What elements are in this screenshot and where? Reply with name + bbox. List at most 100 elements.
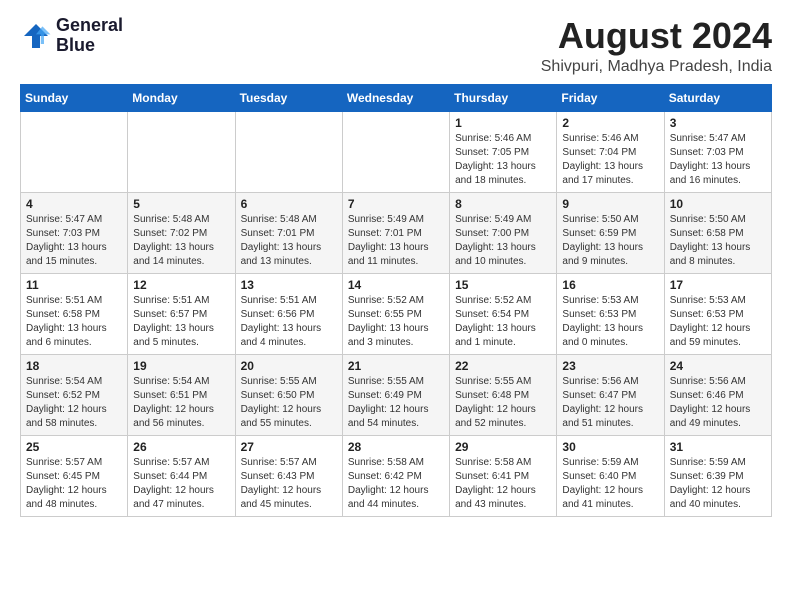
day-info: Sunrise: 5:50 AM Sunset: 6:59 PM Dayligh… bbox=[562, 213, 658, 269]
calendar-cell: 11 Sunrise: 5:51 AM Sunset: 6:58 PM Dayli… bbox=[21, 273, 128, 354]
day-number: 11 bbox=[26, 278, 122, 292]
calendar-cell: 30 Sunrise: 5:59 AM Sunset: 6:40 PM Dayli… bbox=[557, 435, 664, 516]
day-number: 7 bbox=[348, 197, 444, 211]
calendar-cell: 1Sunrise: 5:46 AM Sunset: 7:05 PM Daylig… bbox=[450, 111, 557, 192]
day-number: 8 bbox=[455, 197, 551, 211]
calendar-cell: 5 Sunrise: 5:48 AM Sunset: 7:02 PM Daylig… bbox=[128, 192, 235, 273]
day-number: 25 bbox=[26, 440, 122, 454]
calendar-cell: 18 Sunrise: 5:54 AM Sunset: 6:52 PM Dayli… bbox=[21, 354, 128, 435]
calendar-cell: 21 Sunrise: 5:55 AM Sunset: 6:49 PM Dayli… bbox=[342, 354, 449, 435]
page-header: General Blue August 2024 Shivpuri, Madhy… bbox=[20, 16, 772, 76]
calendar-cell: 9 Sunrise: 5:50 AM Sunset: 6:59 PM Daylig… bbox=[557, 192, 664, 273]
day-info: Sunrise: 5:51 AM Sunset: 6:57 PM Dayligh… bbox=[133, 294, 229, 350]
day-info: Sunrise: 5:55 AM Sunset: 6:49 PM Dayligh… bbox=[348, 375, 444, 431]
calendar-cell: 20Sunrise: 5:55 AM Sunset: 6:50 PM Dayli… bbox=[235, 354, 342, 435]
day-number: 23 bbox=[562, 359, 658, 373]
calendar-cell bbox=[235, 111, 342, 192]
calendar-cell: 22 Sunrise: 5:55 AM Sunset: 6:48 PM Dayli… bbox=[450, 354, 557, 435]
day-info: Sunrise: 5:52 AM Sunset: 6:55 PM Dayligh… bbox=[348, 294, 444, 350]
day-number: 28 bbox=[348, 440, 444, 454]
day-info: Sunrise: 5:57 AM Sunset: 6:44 PM Dayligh… bbox=[133, 456, 229, 512]
day-number: 21 bbox=[348, 359, 444, 373]
day-number: 31 bbox=[670, 440, 766, 454]
day-number: 27 bbox=[241, 440, 337, 454]
day-info: Sunrise: 5:56 AM Sunset: 6:47 PM Dayligh… bbox=[562, 375, 658, 431]
calendar-cell: 15 Sunrise: 5:52 AM Sunset: 6:54 PM Dayli… bbox=[450, 273, 557, 354]
day-info: Sunrise: 5:59 AM Sunset: 6:40 PM Dayligh… bbox=[562, 456, 658, 512]
header-tuesday: Tuesday bbox=[235, 84, 342, 111]
calendar-cell: 2Sunrise: 5:46 AM Sunset: 7:04 PM Daylig… bbox=[557, 111, 664, 192]
header-monday: Monday bbox=[128, 84, 235, 111]
day-info: Sunrise: 5:48 AM Sunset: 7:01 PM Dayligh… bbox=[241, 213, 337, 269]
day-info: Sunrise: 5:56 AM Sunset: 6:46 PM Dayligh… bbox=[670, 375, 766, 431]
day-info: Sunrise: 5:52 AM Sunset: 6:54 PM Dayligh… bbox=[455, 294, 551, 350]
day-info: Sunrise: 5:49 AM Sunset: 7:00 PM Dayligh… bbox=[455, 213, 551, 269]
calendar-cell: 4 Sunrise: 5:47 AM Sunset: 7:03 PM Daylig… bbox=[21, 192, 128, 273]
day-info: Sunrise: 5:51 AM Sunset: 6:58 PM Dayligh… bbox=[26, 294, 122, 350]
day-info: Sunrise: 5:54 AM Sunset: 6:51 PM Dayligh… bbox=[133, 375, 229, 431]
day-number: 20 bbox=[241, 359, 337, 373]
day-number: 6 bbox=[241, 197, 337, 211]
calendar-cell: 3 Sunrise: 5:47 AM Sunset: 7:03 PM Daylig… bbox=[664, 111, 771, 192]
calendar-week-row: 18 Sunrise: 5:54 AM Sunset: 6:52 PM Dayli… bbox=[21, 354, 772, 435]
day-info: Sunrise: 5:53 AM Sunset: 6:53 PM Dayligh… bbox=[562, 294, 658, 350]
calendar-cell: 6 Sunrise: 5:48 AM Sunset: 7:01 PM Daylig… bbox=[235, 192, 342, 273]
header-friday: Friday bbox=[557, 84, 664, 111]
day-info: Sunrise: 5:47 AM Sunset: 7:03 PM Dayligh… bbox=[26, 213, 122, 269]
calendar-cell: 16 Sunrise: 5:53 AM Sunset: 6:53 PM Dayli… bbox=[557, 273, 664, 354]
day-number: 9 bbox=[562, 197, 658, 211]
day-number: 16 bbox=[562, 278, 658, 292]
calendar-cell: 17Sunrise: 5:53 AM Sunset: 6:53 PM Dayli… bbox=[664, 273, 771, 354]
day-info: Sunrise: 5:54 AM Sunset: 6:52 PM Dayligh… bbox=[26, 375, 122, 431]
calendar-cell: 8 Sunrise: 5:49 AM Sunset: 7:00 PM Daylig… bbox=[450, 192, 557, 273]
day-number: 30 bbox=[562, 440, 658, 454]
day-info: Sunrise: 5:58 AM Sunset: 6:42 PM Dayligh… bbox=[348, 456, 444, 512]
day-number: 2 bbox=[562, 116, 658, 130]
calendar-cell: 25 Sunrise: 5:57 AM Sunset: 6:45 PM Dayli… bbox=[21, 435, 128, 516]
day-number: 22 bbox=[455, 359, 551, 373]
day-number: 3 bbox=[670, 116, 766, 130]
header-saturday: Saturday bbox=[664, 84, 771, 111]
day-number: 15 bbox=[455, 278, 551, 292]
calendar-cell: 14Sunrise: 5:52 AM Sunset: 6:55 PM Dayli… bbox=[342, 273, 449, 354]
day-info: Sunrise: 5:47 AM Sunset: 7:03 PM Dayligh… bbox=[670, 132, 766, 188]
day-number: 12 bbox=[133, 278, 229, 292]
calendar-cell: 19Sunrise: 5:54 AM Sunset: 6:51 PM Dayli… bbox=[128, 354, 235, 435]
month-year: August 2024 bbox=[541, 16, 772, 56]
calendar-cell: 29 Sunrise: 5:58 AM Sunset: 6:41 PM Dayli… bbox=[450, 435, 557, 516]
day-number: 4 bbox=[26, 197, 122, 211]
day-info: Sunrise: 5:49 AM Sunset: 7:01 PM Dayligh… bbox=[348, 213, 444, 269]
calendar-week-row: 1Sunrise: 5:46 AM Sunset: 7:05 PM Daylig… bbox=[21, 111, 772, 192]
day-number: 29 bbox=[455, 440, 551, 454]
header-sunday: Sunday bbox=[21, 84, 128, 111]
day-info: Sunrise: 5:57 AM Sunset: 6:45 PM Dayligh… bbox=[26, 456, 122, 512]
day-number: 18 bbox=[26, 359, 122, 373]
day-number: 5 bbox=[133, 197, 229, 211]
location: Shivpuri, Madhya Pradesh, India bbox=[541, 58, 772, 76]
calendar-cell: 23 Sunrise: 5:56 AM Sunset: 6:47 PM Dayli… bbox=[557, 354, 664, 435]
logo-text: General Blue bbox=[56, 16, 123, 56]
calendar-cell: 10Sunrise: 5:50 AM Sunset: 6:58 PM Dayli… bbox=[664, 192, 771, 273]
calendar-cell: 28 Sunrise: 5:58 AM Sunset: 6:42 PM Dayli… bbox=[342, 435, 449, 516]
day-info: Sunrise: 5:59 AM Sunset: 6:39 PM Dayligh… bbox=[670, 456, 766, 512]
day-info: Sunrise: 5:57 AM Sunset: 6:43 PM Dayligh… bbox=[241, 456, 337, 512]
day-info: Sunrise: 5:53 AM Sunset: 6:53 PM Dayligh… bbox=[670, 294, 766, 350]
day-info: Sunrise: 5:51 AM Sunset: 6:56 PM Dayligh… bbox=[241, 294, 337, 350]
calendar-cell: 31 Sunrise: 5:59 AM Sunset: 6:39 PM Dayli… bbox=[664, 435, 771, 516]
calendar-cell: 7 Sunrise: 5:49 AM Sunset: 7:01 PM Daylig… bbox=[342, 192, 449, 273]
day-info: Sunrise: 5:55 AM Sunset: 6:48 PM Dayligh… bbox=[455, 375, 551, 431]
day-number: 10 bbox=[670, 197, 766, 211]
calendar-cell: 24Sunrise: 5:56 AM Sunset: 6:46 PM Dayli… bbox=[664, 354, 771, 435]
calendar-week-row: 11 Sunrise: 5:51 AM Sunset: 6:58 PM Dayli… bbox=[21, 273, 772, 354]
day-number: 1 bbox=[455, 116, 551, 130]
title-block: August 2024 Shivpuri, Madhya Pradesh, In… bbox=[541, 16, 772, 76]
header-thursday: Thursday bbox=[450, 84, 557, 111]
calendar-cell bbox=[21, 111, 128, 192]
day-number: 13 bbox=[241, 278, 337, 292]
day-info: Sunrise: 5:58 AM Sunset: 6:41 PM Dayligh… bbox=[455, 456, 551, 512]
calendar-cell: 27 Sunrise: 5:57 AM Sunset: 6:43 PM Dayli… bbox=[235, 435, 342, 516]
day-info: Sunrise: 5:48 AM Sunset: 7:02 PM Dayligh… bbox=[133, 213, 229, 269]
logo-icon bbox=[20, 20, 52, 52]
calendar-cell: 26Sunrise: 5:57 AM Sunset: 6:44 PM Dayli… bbox=[128, 435, 235, 516]
calendar-week-row: 25 Sunrise: 5:57 AM Sunset: 6:45 PM Dayli… bbox=[21, 435, 772, 516]
